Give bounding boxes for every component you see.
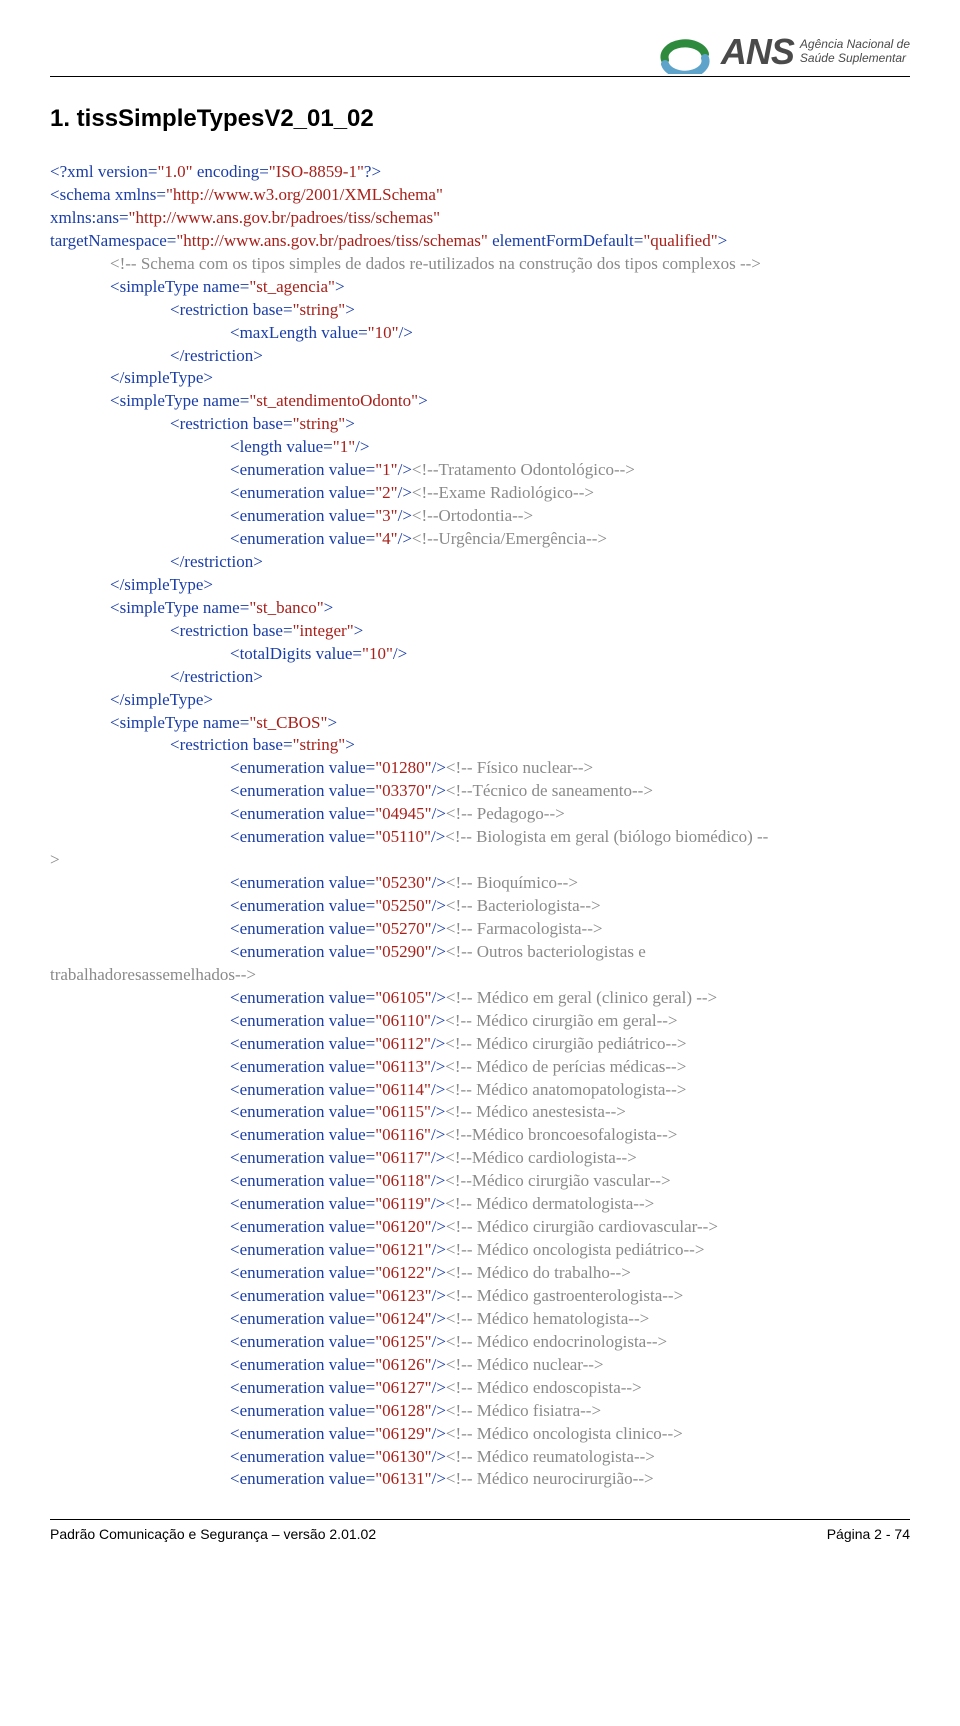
enumeration-line: <enumeration value="05230"/><!-- Bioquím…: [50, 872, 910, 895]
enumeration-line: <enumeration value="06110"/><!-- Médico …: [50, 1010, 910, 1033]
enumeration-line: <enumeration value="06129"/><!-- Médico …: [50, 1423, 910, 1446]
enumeration-line: <enumeration value="06122"/><!-- Médico …: [50, 1262, 910, 1285]
ans-logo-block: ANS Agência Nacional de Saúde Suplementa…: [655, 30, 910, 74]
enumeration-line: <enumeration value="06120"/><!-- Médico …: [50, 1216, 910, 1239]
page-header: ANS Agência Nacional de Saúde Suplementa…: [50, 30, 910, 77]
enumeration-line: <enumeration value="04945"/><!-- Pedagog…: [50, 803, 910, 826]
enumeration-line: <enumeration value="06118"/><!--Médico c…: [50, 1170, 910, 1193]
enumeration-line: <enumeration value="06105"/><!-- Médico …: [50, 987, 910, 1010]
enumeration-line: <enumeration value="06127"/><!-- Médico …: [50, 1377, 910, 1400]
enumeration-line: <enumeration value="2"/><!--Exame Radiol…: [50, 482, 910, 505]
enumeration-line: <enumeration value="05110"/><!-- Biologi…: [50, 826, 910, 849]
enumeration-line: <enumeration value="06124"/><!-- Médico …: [50, 1308, 910, 1331]
enumeration-line: <enumeration value="06113"/><!-- Médico …: [50, 1056, 910, 1079]
enumeration-line: <enumeration value="06112"/><!-- Médico …: [50, 1033, 910, 1056]
enumeration-line: <enumeration value="06130"/><!-- Médico …: [50, 1446, 910, 1469]
enumeration-line: <enumeration value="06115"/><!-- Médico …: [50, 1101, 910, 1124]
enumeration-line: <enumeration value="06121"/><!-- Médico …: [50, 1239, 910, 1262]
enumeration-line: <enumeration value="06116"/><!--Médico b…: [50, 1124, 910, 1147]
enumeration-line: <enumeration value="06126"/><!-- Médico …: [50, 1354, 910, 1377]
enumeration-line: <enumeration value="05250"/><!-- Bacteri…: [50, 895, 910, 918]
enumeration-line: <enumeration value="06125"/><!-- Médico …: [50, 1331, 910, 1354]
footer-right: Página 2 - 74: [827, 1526, 910, 1542]
page-footer: Padrão Comunicação e Segurança – versão …: [50, 1519, 910, 1542]
enumeration-line: <enumeration value="01280"/><!-- Físico …: [50, 757, 910, 780]
enumeration-line: <enumeration value="06119"/><!-- Médico …: [50, 1193, 910, 1216]
xml-code-block: <?xml version="1.0" encoding="ISO-8859-1…: [50, 161, 910, 1491]
footer-left: Padrão Comunicação e Segurança – versão …: [50, 1526, 376, 1542]
ans-subtitle: Agência Nacional de Saúde Suplementar: [800, 38, 910, 66]
enumeration-line: <enumeration value="06117"/><!--Médico c…: [50, 1147, 910, 1170]
enumeration-line: <enumeration value="4"/><!--Urgência/Eme…: [50, 528, 910, 551]
enumeration-line: <enumeration value="05270"/><!-- Farmaco…: [50, 918, 910, 941]
enumeration-line: <enumeration value="06131"/><!-- Médico …: [50, 1468, 910, 1491]
enumeration-line: <enumeration value="03370"/><!--Técnico …: [50, 780, 910, 803]
enumeration-line: <enumeration value="1"/><!--Tratamento O…: [50, 459, 910, 482]
ans-acronym: ANS: [721, 31, 794, 73]
section-title: 1. tissSimpleTypesV2_01_02: [50, 105, 910, 133]
enumeration-line: <enumeration value="3"/><!--Ortodontia--…: [50, 505, 910, 528]
enumeration-line: <enumeration value="06123"/><!-- Médico …: [50, 1285, 910, 1308]
ans-logo-icon: [655, 30, 715, 74]
enumeration-line: <enumeration value="05290"/><!-- Outros …: [50, 941, 910, 964]
enumeration-line: <enumeration value="06128"/><!-- Médico …: [50, 1400, 910, 1423]
enumeration-line: <enumeration value="06114"/><!-- Médico …: [50, 1079, 910, 1102]
